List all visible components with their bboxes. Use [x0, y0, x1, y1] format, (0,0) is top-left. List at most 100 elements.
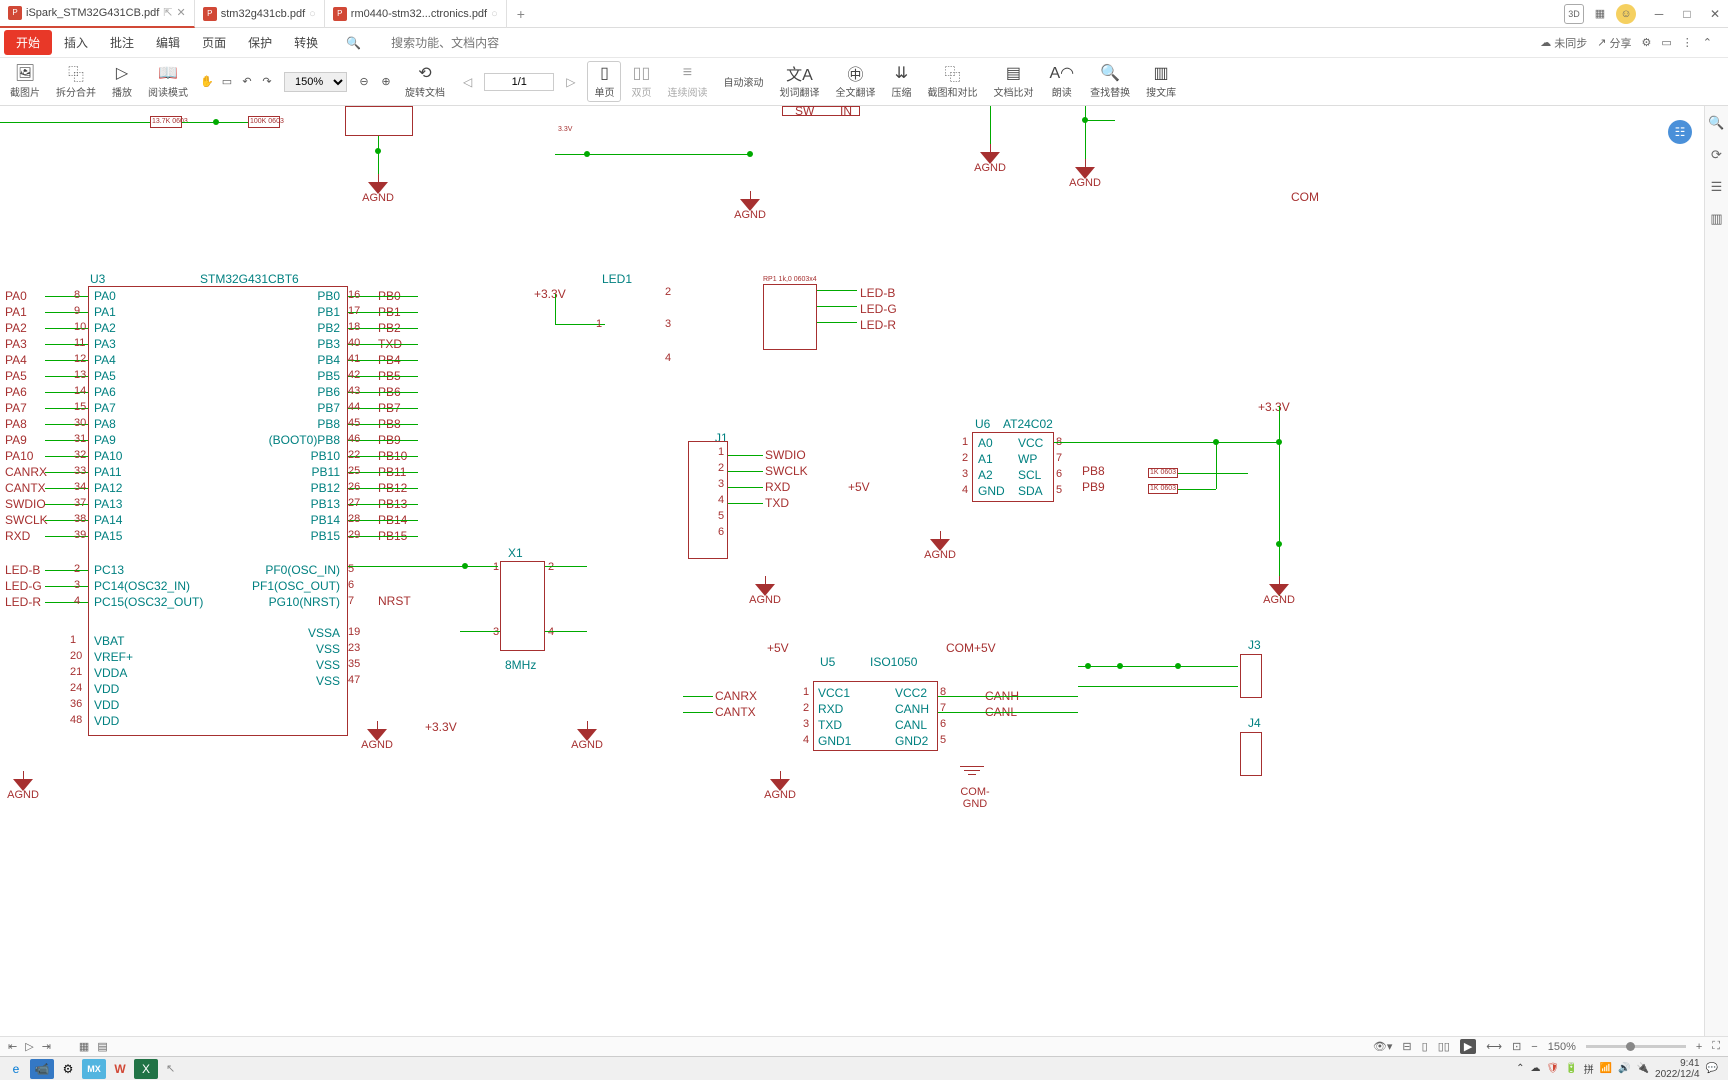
nav-last[interactable]: ⇥ [42, 1040, 51, 1053]
view-outline[interactable]: ▤ [97, 1040, 107, 1053]
tool-rotate-doc[interactable]: ⟲旋转文档 [399, 62, 451, 101]
pdf-viewport[interactable]: 13.7K 0603 100K 0603 3.3V AGND AGND SW I… [0, 106, 1704, 1040]
j1-pin: 1 [718, 446, 724, 458]
sidebar-bookmark-icon[interactable]: ☰ [1708, 178, 1726, 196]
share-button[interactable]: ↗分享 [1597, 35, 1631, 51]
search-input[interactable] [383, 33, 563, 53]
net-label: PA6 [5, 385, 27, 399]
task-mx[interactable]: MX [82, 1059, 106, 1079]
more-icon[interactable]: ⋮ [1682, 36, 1693, 49]
status-bar: ⇤ ▷ ⇥ ▦ ▤ 👁▾ ⊟ ▯ ▯▯ ▶ ⟷ ⊡ − 150% + ⛶ [0, 1036, 1728, 1056]
fit-width-icon[interactable]: ⟷ [1486, 1040, 1502, 1053]
task-app2[interactable]: ⚙ [56, 1059, 80, 1079]
tab-pin-icon[interactable]: ⇱ [163, 6, 172, 19]
grid-icon[interactable]: ▦ [1590, 4, 1610, 24]
layout-icon[interactable]: 3D [1564, 4, 1584, 24]
float-assistant-button[interactable]: ☷ [1668, 120, 1692, 144]
menu-annotate[interactable]: 批注 [100, 30, 144, 55]
sync-status[interactable]: ☁未同步 [1540, 35, 1587, 51]
tool-rotate-r[interactable]: ↷ [258, 73, 276, 91]
clock-date[interactable]: 2022/12/4 [1655, 1069, 1700, 1080]
tab-close-3[interactable]: ○ [491, 8, 498, 20]
pin-number: 18 [348, 321, 360, 333]
message-icon[interactable]: ▭ [1661, 36, 1671, 49]
fullscreen-icon[interactable]: ⛶ [1712, 1040, 1720, 1053]
play-status-icon[interactable]: ▶ [1460, 1039, 1476, 1054]
zoom-in-btn[interactable]: ⊕ [377, 73, 395, 91]
zoom-out-status[interactable]: − [1531, 1041, 1537, 1053]
page-prev[interactable]: ◁ [455, 71, 480, 93]
ruler-icon[interactable]: ⊟ [1402, 1040, 1411, 1053]
tool-find-replace[interactable]: 🔍查找替换 [1084, 62, 1136, 101]
collapse-icon[interactable]: ⌃ [1703, 36, 1712, 49]
tool-rotate-l[interactable]: ↶ [238, 73, 256, 91]
task-wps[interactable]: W [108, 1059, 132, 1079]
tool-translate-word[interactable]: 文A划词翻译 [773, 62, 825, 101]
tray-onedrive[interactable]: ☁ [1531, 1063, 1541, 1074]
page-single-icon[interactable]: ▯ [1422, 1040, 1428, 1053]
tool-screenshot[interactable]: 🖼截图片 [4, 62, 46, 101]
avatar-icon[interactable]: ☺ [1616, 4, 1636, 24]
tray-security[interactable]: 🛡 [1547, 1063, 1560, 1074]
tool-play[interactable]: ▷播放 [106, 62, 138, 101]
clock-time[interactable]: 9:41 [1655, 1058, 1700, 1069]
tool-fulltext-translate[interactable]: ㊥全文翻译 [829, 62, 881, 101]
menu-insert[interactable]: 插入 [54, 30, 98, 55]
settings-icon[interactable]: ⚙ [1642, 36, 1652, 49]
zoom-in-status[interactable]: + [1696, 1041, 1702, 1053]
task-app1[interactable]: 📹 [30, 1059, 54, 1079]
tool-read-aloud[interactable]: A◠朗读 [1043, 62, 1080, 101]
tool-compare-screenshot[interactable]: ⿻截图和对比 [921, 62, 983, 101]
tool-doc-compare[interactable]: ▤文档比对 [987, 62, 1039, 101]
tray-chevron[interactable]: ⌃ [1516, 1063, 1524, 1074]
eye-icon[interactable]: 👁▾ [1373, 1040, 1393, 1053]
fit-page-icon[interactable]: ⊡ [1512, 1040, 1521, 1053]
zoom-slider[interactable] [1586, 1045, 1686, 1048]
maximize-button[interactable]: □ [1674, 1, 1700, 27]
task-edge[interactable]: e [4, 1059, 28, 1079]
tool-double-page[interactable]: ▯▯双页 [625, 62, 657, 101]
menu-page[interactable]: 页面 [192, 30, 236, 55]
tool-continuous[interactable]: ≡连续阅读 [661, 62, 713, 101]
tray-volume[interactable]: 🔊 [1618, 1063, 1630, 1074]
new-tab-button[interactable]: + [507, 6, 535, 22]
tray-power[interactable]: 🔌 [1637, 1063, 1649, 1074]
menu-protect[interactable]: 保护 [238, 30, 282, 55]
tab-3[interactable]: P rm0440-stm32...ctronics.pdf ○ [325, 0, 507, 28]
tool-read-mode[interactable]: 📖阅读模式 [142, 62, 194, 101]
zoom-select[interactable]: 150% [284, 72, 347, 92]
view-thumb[interactable]: ▦ [79, 1040, 89, 1053]
task-excel[interactable]: X [134, 1059, 158, 1079]
tray-ime[interactable]: 拼 [1584, 1061, 1594, 1076]
nav-first[interactable]: ⇤ [8, 1040, 17, 1053]
tab-close-2[interactable]: ○ [309, 8, 316, 20]
menu-convert[interactable]: 转换 [284, 30, 328, 55]
sidebar-panel-icon[interactable]: ▥ [1708, 210, 1726, 228]
menu-edit[interactable]: 编辑 [146, 30, 190, 55]
tray-notification[interactable]: 💬 [1706, 1063, 1718, 1074]
pdf-icon: P [8, 6, 22, 20]
minimize-button[interactable]: ─ [1646, 1, 1672, 27]
tray-battery[interactable]: 🔋 [1565, 1063, 1577, 1074]
tab-close-1[interactable]: ✕ [177, 6, 186, 19]
nav-next[interactable]: ▷ [25, 1040, 33, 1053]
tool-split-merge[interactable]: ⿻拆分合并 [50, 62, 102, 101]
page-next[interactable]: ▷ [558, 71, 583, 93]
sidebar-search-icon[interactable]: 🔍 [1708, 114, 1726, 132]
menu-start[interactable]: 开始 [4, 30, 52, 55]
tool-search-lib[interactable]: ▥搜文库 [1140, 62, 1182, 101]
tool-autoscroll[interactable]: 自动滚动 [717, 72, 769, 91]
sidebar-adjust-icon[interactable]: ⟳ [1708, 146, 1726, 164]
tool-compress[interactable]: ⇊压缩 [885, 62, 917, 101]
tool-hand[interactable]: ✋ [198, 73, 216, 91]
zoom-out-btn[interactable]: ⊖ [355, 73, 373, 91]
close-button[interactable]: ✕ [1702, 1, 1728, 27]
page-double-icon[interactable]: ▯▯ [1438, 1040, 1450, 1053]
page-input[interactable] [484, 73, 554, 91]
pin-number: 31 [74, 433, 86, 445]
tray-wifi[interactable]: 📶 [1600, 1063, 1612, 1074]
tool-select[interactable]: ▭ [218, 73, 236, 91]
tab-1[interactable]: P iSpark_STM32G431CB.pdf ⇱ ✕ [0, 0, 195, 28]
tool-single-page[interactable]: ▯单页 [587, 61, 621, 102]
tab-2[interactable]: P stm32g431cb.pdf ○ [195, 0, 325, 28]
